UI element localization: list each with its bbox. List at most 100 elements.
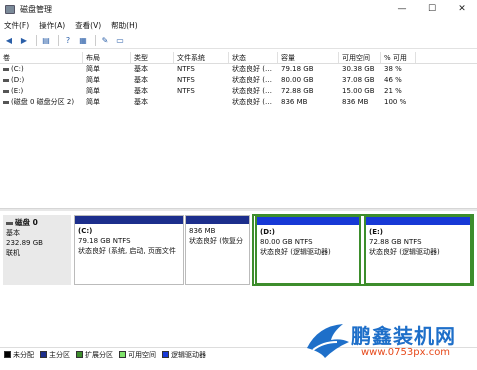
column-header-volume[interactable]: 卷 xyxy=(0,52,83,63)
drive-icon xyxy=(3,100,9,104)
toolbar: ◀ ▶ ▤ ? ▦ ✎ ▭ xyxy=(0,33,477,49)
capacity-cell: 72.88 GB xyxy=(281,87,314,95)
menu-help[interactable]: 帮助(H) xyxy=(111,20,138,31)
drive-icon xyxy=(3,78,9,82)
filesystem-cell: NTFS xyxy=(177,65,195,73)
status-cell: 状态良好 (… xyxy=(232,87,272,95)
percent-free-cell: 46 % xyxy=(384,76,402,84)
legend-swatch xyxy=(162,351,169,358)
menu-file[interactable]: 文件(F) xyxy=(4,20,29,31)
watermark-url: www.0753px.com xyxy=(361,347,451,358)
layout-cell: 简单 xyxy=(86,76,100,84)
layout-cell: 简单 xyxy=(86,65,100,73)
volume-cell: (E:) xyxy=(0,86,83,97)
logical-drive-bar xyxy=(366,217,470,225)
table-row[interactable]: (D:) 简单 基本 NTFS 状态良好 (… 80.00 GB 37.08 G… xyxy=(0,75,477,86)
close-button[interactable]: ✕ xyxy=(447,0,477,18)
toolbar-separator xyxy=(58,35,59,46)
drive-icon xyxy=(3,89,9,93)
partition-size: 72.88 GB NTFS xyxy=(369,238,422,246)
watermark: 鹏鑫装机网 www.0753px.com xyxy=(303,316,473,368)
partition-size: 80.00 GB NTFS xyxy=(260,238,313,246)
column-header-percent-free[interactable]: % 可用 xyxy=(381,52,416,63)
legend-extended: 扩展分区 xyxy=(76,350,113,360)
partition-name: (C:) xyxy=(78,227,93,235)
legend-primary: 主分区 xyxy=(40,350,70,360)
percent-free-cell: 38 % xyxy=(384,65,402,73)
capacity-cell: 80.00 GB xyxy=(281,76,314,84)
window-controls: — ☐ ✕ xyxy=(387,0,477,18)
legend-swatch xyxy=(76,351,83,358)
type-cell: 基本 xyxy=(134,98,148,106)
column-header-filesystem[interactable]: 文件系统 xyxy=(174,52,229,63)
table-row[interactable]: (磁盘 0 磁盘分区 2) 简单 基本 状态良好 (… 836 MB 836 M… xyxy=(0,97,477,108)
filesystem-cell xyxy=(174,97,229,108)
partition-name: (D:) xyxy=(260,228,276,236)
partition-name: (E:) xyxy=(369,228,383,236)
primary-partition-bar xyxy=(75,216,183,224)
partition-status: 状态良好 (逻辑驱动器) xyxy=(369,248,440,256)
disk-status: 联机 xyxy=(6,249,20,257)
toolbar-separator xyxy=(36,35,37,46)
column-header-layout[interactable]: 布局 xyxy=(83,52,131,63)
toolbar-separator xyxy=(95,35,96,46)
disk-management-icon xyxy=(5,4,15,14)
minimize-button[interactable]: — xyxy=(387,0,417,18)
menu-view[interactable]: 查看(V) xyxy=(75,20,101,31)
disk-type: 基本 xyxy=(6,229,20,237)
disk-name: 磁盘 0 xyxy=(15,218,38,227)
column-header-free-space[interactable]: 可用空间 xyxy=(339,52,381,63)
connect-icon[interactable]: ✎ xyxy=(99,35,111,47)
filesystem-cell: NTFS xyxy=(177,87,195,95)
free-space-cell: 37.08 GB xyxy=(342,76,375,84)
layout-cell: 简单 xyxy=(86,98,100,106)
partition-d[interactable]: (D:) 80.00 GB NTFS 状态良好 (逻辑驱动器) xyxy=(255,215,361,285)
drive-icon xyxy=(3,67,9,71)
column-header-status[interactable]: 状态 xyxy=(229,52,278,63)
free-space-cell: 30.38 GB xyxy=(342,65,375,73)
partition-size: 79.18 GB NTFS xyxy=(78,237,131,245)
menu-action[interactable]: 操作(A) xyxy=(39,20,65,31)
logical-drive-bar xyxy=(257,217,359,225)
type-cell: 基本 xyxy=(134,76,148,84)
capacity-cell: 79.18 GB xyxy=(281,65,314,73)
partition-size: 836 MB xyxy=(189,227,216,235)
disk-label[interactable]: 磁盘 0 基本 232.89 GB 联机 xyxy=(3,215,71,285)
filesystem-cell: NTFS xyxy=(177,76,195,84)
legend-unallocated: 未分配 xyxy=(4,350,34,360)
legend-swatch xyxy=(119,351,126,358)
partition-status: 状态良好 (系统, 启动, 页面文件 xyxy=(78,247,176,255)
percent-free-cell: 21 % xyxy=(384,87,402,95)
partition-c[interactable]: (C:) 79.18 GB NTFS 状态良好 (系统, 启动, 页面文件 xyxy=(74,215,184,285)
volume-cell: (D:) xyxy=(0,75,83,86)
title-bar: 磁盘管理 — ☐ ✕ xyxy=(0,0,477,18)
legend-logical: 逻辑驱动器 xyxy=(162,350,206,360)
column-header-capacity[interactable]: 容量 xyxy=(278,52,339,63)
capacity-cell: 836 MB xyxy=(281,98,308,106)
layout-cell: 简单 xyxy=(86,87,100,95)
volume-icon[interactable]: ▦ xyxy=(77,35,89,47)
column-header-type[interactable]: 类型 xyxy=(131,52,174,63)
properties-icon[interactable]: ▤ xyxy=(40,35,52,47)
type-cell: 基本 xyxy=(134,87,148,95)
window-title: 磁盘管理 xyxy=(20,4,52,14)
table-row[interactable]: (C:) 简单 基本 NTFS 状态良好 (… 79.18 GB 30.38 G… xyxy=(0,64,477,75)
table-row[interactable]: (E:) 简单 基本 NTFS 状态良好 (… 72.88 GB 15.00 G… xyxy=(0,86,477,97)
back-icon[interactable]: ◀ xyxy=(3,35,15,47)
partition-status: 状态良好 (恢复分 xyxy=(189,237,243,245)
table-header: 卷 布局 类型 文件系统 状态 容量 可用空间 % 可用 xyxy=(0,52,477,64)
maximize-button[interactable]: ☐ xyxy=(417,0,447,18)
volume-table: 卷 布局 类型 文件系统 状态 容量 可用空间 % 可用 (C:) 简单 基本 … xyxy=(0,52,477,108)
forward-icon[interactable]: ▶ xyxy=(18,35,30,47)
partition-e[interactable]: (E:) 72.88 GB NTFS 状态良好 (逻辑驱动器) xyxy=(364,215,472,285)
partition-recovery[interactable]: 836 MB 状态良好 (恢复分 xyxy=(185,215,250,285)
status-cell: 状态良好 (… xyxy=(232,65,272,73)
pane-splitter[interactable] xyxy=(0,208,477,211)
legend-swatch xyxy=(40,351,47,358)
help-icon[interactable]: ? xyxy=(62,35,74,47)
settings-icon[interactable]: ▭ xyxy=(114,35,126,47)
partition-status: 状态良好 (逻辑驱动器) xyxy=(260,248,331,256)
free-space-cell: 836 MB xyxy=(342,98,369,106)
disk-size: 232.89 GB xyxy=(6,239,43,247)
status-cell: 状态良好 (… xyxy=(232,76,272,84)
